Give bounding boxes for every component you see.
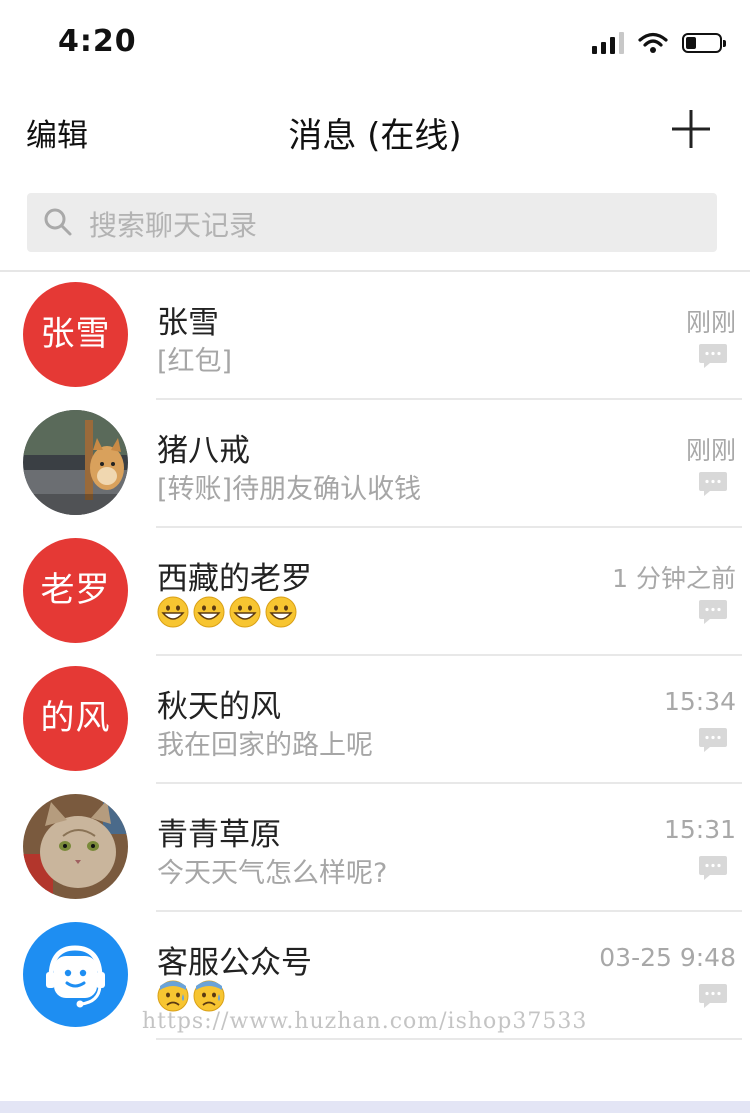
message-time: 1 分钟之前 bbox=[612, 564, 736, 593]
chat-bubble-icon bbox=[699, 600, 727, 624]
chat-bubble-icon bbox=[699, 472, 727, 496]
battery-icon bbox=[682, 33, 726, 53]
avatar: 的风 bbox=[23, 666, 128, 771]
contact-name: 青青草原 bbox=[157, 817, 281, 853]
watermark: https://www.huzhan.com/ishop37533 bbox=[142, 1009, 588, 1034]
contact-name: 客服公众号 bbox=[157, 945, 312, 981]
list-item[interactable]: 老罗 西藏的老罗 1 分钟之前 bbox=[0, 528, 750, 656]
cat-photo-icon bbox=[23, 794, 128, 899]
search-icon bbox=[44, 208, 72, 236]
avatar bbox=[23, 794, 128, 899]
message-preview: [红包] bbox=[157, 346, 233, 377]
grinning-face-icon bbox=[265, 596, 297, 628]
anxious-sweat-face-icon bbox=[193, 980, 225, 1012]
contact-name: 秋天的风 bbox=[157, 689, 281, 725]
message-preview: 我在回家的路上呢 bbox=[157, 730, 373, 761]
wifi-icon bbox=[638, 32, 668, 53]
emoji-message bbox=[157, 596, 297, 628]
grinning-face-icon bbox=[157, 596, 189, 628]
contact-name: 张雪 bbox=[157, 305, 219, 341]
chat-bubble-icon bbox=[699, 344, 727, 368]
nav-bar: 编辑 消息 (在线) bbox=[0, 88, 750, 176]
message-time: 刚刚 bbox=[685, 308, 736, 337]
status-bar: 4:20 bbox=[0, 0, 750, 88]
anxious-sweat-face-icon bbox=[157, 980, 189, 1012]
search-placeholder: 搜索聊天记录 bbox=[89, 209, 258, 242]
contact-name: 西藏的老罗 bbox=[157, 561, 312, 597]
chat-bubble-icon bbox=[699, 856, 727, 880]
emoji-message bbox=[157, 980, 225, 1012]
customer-service-icon bbox=[46, 945, 105, 1008]
message-time: 刚刚 bbox=[685, 436, 736, 465]
message-time: 03-25 9:48 bbox=[599, 943, 736, 972]
status-time: 4:20 bbox=[58, 24, 137, 59]
conversation-list: 张雪 张雪 [红包] 刚刚 猪八戒 [转账]待朋友确认收钱 刚刚 老罗 西藏的老… bbox=[0, 272, 750, 1040]
message-preview: 今天天气怎么样呢? bbox=[157, 858, 388, 889]
dog-photo-icon bbox=[23, 410, 128, 515]
list-item[interactable]: 青青草原 今天天气怎么样呢? 15:31 bbox=[0, 784, 750, 912]
message-time: 15:34 bbox=[663, 687, 736, 716]
bottom-strip bbox=[0, 1101, 750, 1113]
avatar bbox=[23, 410, 128, 515]
list-item[interactable]: 猪八戒 [转账]待朋友确认收钱 刚刚 bbox=[0, 400, 750, 528]
message-preview: [转账]待朋友确认收钱 bbox=[157, 474, 422, 505]
status-icons bbox=[592, 30, 726, 56]
row-divider bbox=[156, 1038, 742, 1040]
grinning-face-icon bbox=[229, 596, 261, 628]
add-icon[interactable] bbox=[670, 108, 712, 150]
avatar bbox=[23, 922, 128, 1027]
cellular-signal-icon bbox=[592, 32, 624, 54]
avatar: 老罗 bbox=[23, 538, 128, 643]
page-title: 消息 (在线) bbox=[288, 116, 462, 156]
grinning-face-icon bbox=[193, 596, 225, 628]
chat-bubble-icon bbox=[699, 984, 727, 1008]
avatar: 张雪 bbox=[23, 282, 128, 387]
contact-name: 猪八戒 bbox=[157, 433, 250, 469]
list-item[interactable]: 的风 秋天的风 我在回家的路上呢 15:34 bbox=[0, 656, 750, 784]
chat-bubble-icon bbox=[699, 728, 727, 752]
search-input[interactable]: 搜索聊天记录 bbox=[27, 193, 717, 252]
list-item[interactable]: 张雪 张雪 [红包] 刚刚 bbox=[0, 272, 750, 400]
message-time: 15:31 bbox=[663, 815, 736, 844]
